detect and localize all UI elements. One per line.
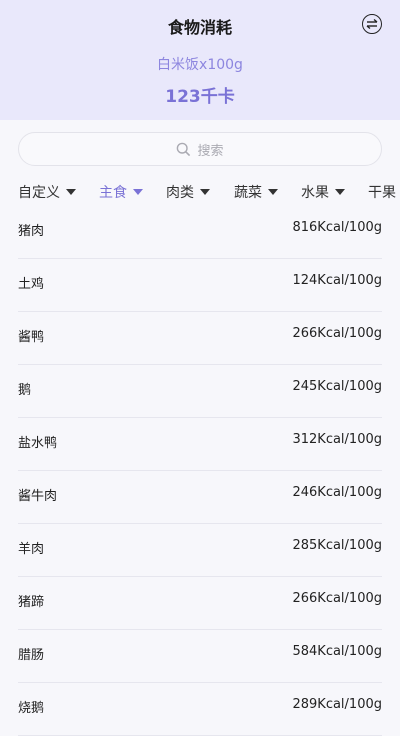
food-kcal: 312Kcal/100g xyxy=(292,432,382,447)
caret-down-icon xyxy=(200,189,210,195)
list-item[interactable]: 猪蹄 266Kcal/100g xyxy=(18,577,382,630)
food-name: 烧鹅 xyxy=(18,701,45,716)
search-placeholder: 搜索 xyxy=(197,143,224,159)
caret-down-icon xyxy=(133,189,143,195)
tab-label: 干果 xyxy=(368,185,396,201)
caret-down-icon xyxy=(335,189,345,195)
list-item[interactable]: 盐水鸭 312Kcal/100g xyxy=(18,418,382,471)
food-kcal: 285Kcal/100g xyxy=(292,538,382,553)
food-name: 酱牛肉 xyxy=(18,489,58,504)
caret-down-icon xyxy=(268,189,278,195)
tab-label: 自定义 xyxy=(18,185,60,201)
food-name: 酱鸭 xyxy=(18,330,45,345)
food-kcal: 124Kcal/100g xyxy=(292,273,382,288)
food-kcal: 584Kcal/100g xyxy=(292,644,382,659)
tab-staple[interactable]: 主食 xyxy=(99,182,143,202)
list-item[interactable]: 酱牛肉 246Kcal/100g xyxy=(18,471,382,524)
food-name: 腊肠 xyxy=(18,648,45,663)
food-name: 猪蹄 xyxy=(18,595,45,610)
food-list: 猪肉 816Kcal/100g 土鸡 124Kcal/100g 酱鸭 266Kc… xyxy=(18,206,382,736)
search-input[interactable]: 搜索 xyxy=(18,132,382,166)
list-item[interactable]: 烧鹅 289Kcal/100g xyxy=(18,683,382,736)
swap-icon xyxy=(366,18,378,30)
search-icon xyxy=(177,142,191,156)
list-item[interactable]: 腊肠 584Kcal/100g xyxy=(18,630,382,683)
tab-label: 肉类 xyxy=(166,185,194,201)
food-name: 土鸡 xyxy=(18,277,45,292)
swap-filter-button[interactable] xyxy=(362,14,382,34)
tab-label: 水果 xyxy=(301,185,329,201)
page-title: 食物消耗 xyxy=(167,18,232,37)
tab-label: 主食 xyxy=(99,185,127,201)
list-item[interactable]: 土鸡 124Kcal/100g xyxy=(18,259,382,312)
food-name: 盐水鸭 xyxy=(18,436,58,451)
food-name: 羊肉 xyxy=(18,542,45,557)
header-panel: 食物消耗 白米饭x100g 123千卡 xyxy=(0,0,400,120)
food-kcal: 266Kcal/100g xyxy=(292,326,382,341)
tab-vegetable[interactable]: 蔬菜 xyxy=(234,182,278,202)
caret-down-icon xyxy=(66,189,76,195)
list-item[interactable]: 猪肉 816Kcal/100g xyxy=(18,206,382,259)
food-kcal: 816Kcal/100g xyxy=(292,220,382,235)
list-item[interactable]: 酱鸭 266Kcal/100g xyxy=(18,312,382,365)
tab-meat[interactable]: 肉类 xyxy=(166,182,210,202)
food-kcal: 246Kcal/100g xyxy=(292,485,382,500)
tab-fruit[interactable]: 水果 xyxy=(301,182,345,202)
tab-dried-fruit[interactable]: 干果 xyxy=(368,182,396,202)
food-kcal: 266Kcal/100g xyxy=(292,591,382,606)
food-name: 猪肉 xyxy=(18,224,45,239)
selected-food-label: 白米饭x100g xyxy=(157,57,243,73)
category-tabs: 自定义 主食 肉类 蔬菜 水果 干果 xyxy=(0,178,400,206)
food-kcal: 289Kcal/100g xyxy=(292,697,382,712)
list-item[interactable]: 羊肉 285Kcal/100g xyxy=(18,524,382,577)
tab-custom[interactable]: 自定义 xyxy=(18,182,76,202)
list-item[interactable]: 鹅 245Kcal/100g xyxy=(18,365,382,418)
food-name: 鹅 xyxy=(18,383,32,398)
tab-label: 蔬菜 xyxy=(234,185,262,201)
food-kcal: 245Kcal/100g xyxy=(292,379,382,394)
calorie-total: 123千卡 xyxy=(165,87,235,107)
